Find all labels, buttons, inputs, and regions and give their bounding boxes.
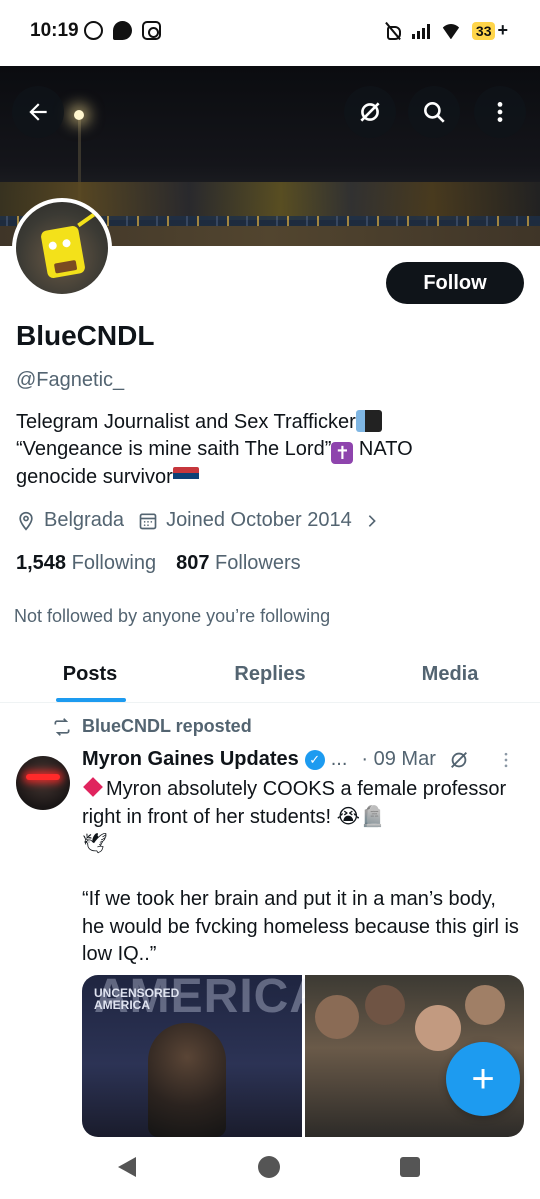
nav-recents-icon[interactable] xyxy=(400,1157,420,1177)
post-quote: “If we took her brain and put it in a ma… xyxy=(82,888,519,965)
serbia-flag-icon xyxy=(172,467,199,485)
post-header: Myron Gaines Updates ✓ ... · 09 Mar xyxy=(82,748,522,771)
followers-link[interactable]: 807 Followers xyxy=(176,552,301,575)
repost-indicator: BlueCNDL reposted xyxy=(52,716,252,737)
location-text: Belgrada xyxy=(44,509,125,531)
calendar-icon xyxy=(139,513,157,529)
notification-icons xyxy=(84,21,161,40)
compose-post-button[interactable]: + xyxy=(446,1042,520,1116)
bio-line1: Telegram Journalist and Sex Trafficker xyxy=(16,411,356,433)
post-date[interactable]: · 09 Mar xyxy=(361,748,435,771)
nav-home-icon[interactable] xyxy=(258,1156,280,1178)
not-followed-notice: Not followed by anyone you’re following xyxy=(14,606,331,626)
status-bar: 10:19 33 + xyxy=(0,0,540,66)
follow-stats: 1,548 Following 807 Followers xyxy=(16,552,301,575)
profile-tabs: Posts Replies Media xyxy=(0,645,540,703)
post-more-icon[interactable] xyxy=(496,750,516,770)
mute-icon xyxy=(384,22,402,40)
wifi-icon xyxy=(440,23,462,39)
crying-face-icon: 😭 xyxy=(331,805,360,828)
whatsapp-icon xyxy=(84,21,103,40)
grok-icon[interactable] xyxy=(448,749,470,771)
bio-line2b: NATO xyxy=(353,438,413,460)
profile-avatar[interactable] xyxy=(12,198,112,298)
repost-icon xyxy=(54,717,70,736)
media-logo: UNCENSORED AMERICA xyxy=(94,986,180,1012)
more-vertical-icon xyxy=(497,102,503,122)
chat-bubble-icon xyxy=(113,21,132,40)
arrow-left-icon xyxy=(29,103,47,121)
instagram-icon xyxy=(142,21,161,40)
nav-back-icon[interactable] xyxy=(118,1157,136,1177)
latin-cross-icon: ✝ xyxy=(331,442,354,464)
system-icons: 33 + xyxy=(384,20,508,41)
android-nav-bar xyxy=(0,1137,540,1199)
following-link[interactable]: 1,548 Following xyxy=(16,552,156,575)
mobile-phone-icon xyxy=(355,410,382,432)
post-text-line1: Myron absolutely COOKS a female professo… xyxy=(82,778,507,828)
tab-posts[interactable]: Posts xyxy=(0,645,180,702)
bio-line2: “Vengeance is mine saith The Lord” xyxy=(16,438,332,460)
dove-icon: 🕊 xyxy=(82,833,108,855)
search-icon xyxy=(424,102,445,123)
red-diamond-icon xyxy=(83,777,103,797)
chevron-right-icon[interactable] xyxy=(364,513,380,529)
tab-replies[interactable]: Replies xyxy=(180,645,360,702)
location-pin-icon xyxy=(19,511,33,531)
search-button[interactable] xyxy=(408,86,460,138)
post-author-avatar[interactable] xyxy=(16,756,70,810)
signal-icon xyxy=(411,23,430,39)
battery-icon: 33 xyxy=(471,21,496,40)
profile-meta: Belgrada Joined October 2014 xyxy=(16,509,388,532)
tab-media[interactable]: Media xyxy=(360,645,540,702)
post-text: Myron absolutely COOKS a female professo… xyxy=(82,776,522,969)
profile-bio: Telegram Journalist and Sex Trafficker “… xyxy=(16,409,516,491)
lists-button[interactable] xyxy=(344,86,396,138)
bio-line3: genocide survivor xyxy=(16,466,173,488)
charging-indicator: + xyxy=(497,20,508,40)
verified-badge-icon: ✓ xyxy=(304,749,325,770)
post-author-name[interactable]: Myron Gaines Updates xyxy=(82,748,299,771)
joined-date: Joined October 2014 xyxy=(166,509,352,531)
lists-icon xyxy=(360,102,380,122)
headstone-icon: 🪦 xyxy=(359,805,385,828)
follow-button[interactable]: Follow xyxy=(386,262,524,304)
back-button[interactable] xyxy=(12,86,64,138)
display-name: BlueCNDL xyxy=(16,320,155,351)
media-image-left[interactable]: AMERICA UNCENSORED AMERICA xyxy=(82,975,324,1137)
more-button[interactable] xyxy=(474,86,526,138)
status-time: 10:19 xyxy=(30,20,79,41)
name-ellipsis: ... xyxy=(330,748,348,770)
user-handle: @Fagnetic_ xyxy=(16,369,125,391)
